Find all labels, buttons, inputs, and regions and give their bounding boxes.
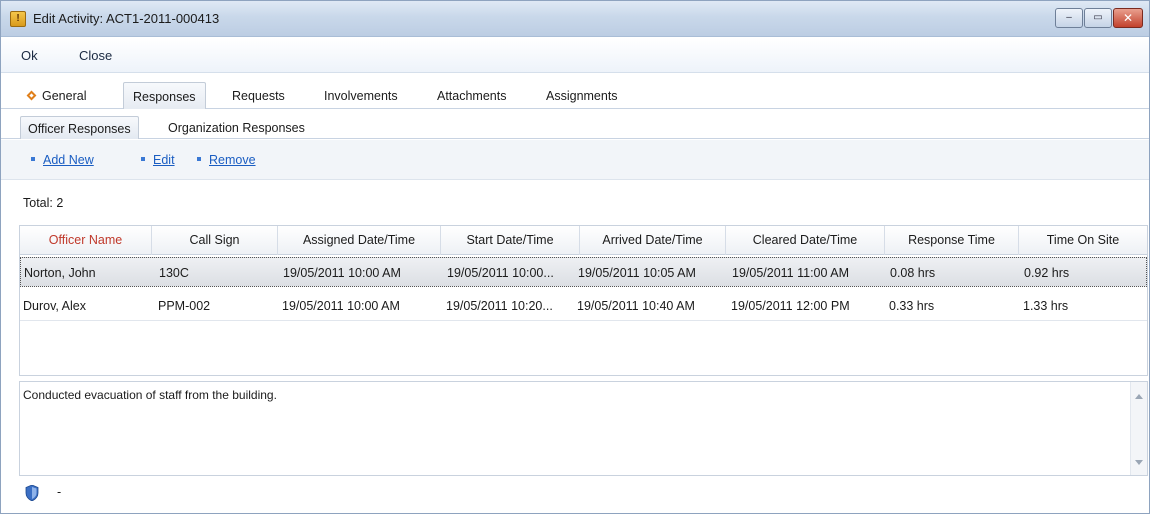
edit-label: Edit <box>153 153 175 167</box>
tab-general[interactable]: General <box>19 82 95 109</box>
shield-icon <box>25 485 39 501</box>
tab-involvements[interactable]: Involvements <box>315 82 407 109</box>
menu-bar: Ok Close <box>1 38 1149 73</box>
cell-cleared: 19/05/2011 12:00 PM <box>731 299 850 313</box>
close-window-button[interactable]: ✕ <box>1113 8 1143 28</box>
tab-officer-responses[interactable]: Officer Responses <box>20 116 139 139</box>
column-header-assigned[interactable]: Assigned Date/Time <box>278 226 441 255</box>
title-bar[interactable]: ! Edit Activity: ACT1-2011-000413 – ▭ ✕ <box>1 1 1149 37</box>
edit-button[interactable]: Edit <box>141 153 175 167</box>
officer-responses-grid[interactable]: Officer Name Call Sign Assigned Date/Tim… <box>19 225 1148 376</box>
maximize-button[interactable]: ▭ <box>1084 8 1112 28</box>
cell-arrived: 19/05/2011 10:40 AM <box>577 299 695 313</box>
bullet-icon <box>197 157 201 161</box>
bullet-icon <box>141 157 145 161</box>
tab-organization-responses[interactable]: Organization Responses <box>161 116 312 139</box>
cell-start: 19/05/2011 10:20... <box>446 299 553 313</box>
add-new-label: Add New <box>43 153 94 167</box>
column-header-start[interactable]: Start Date/Time <box>441 226 580 255</box>
column-header-time-on-site[interactable]: Time On Site <box>1019 226 1147 255</box>
column-header-cleared[interactable]: Cleared Date/Time <box>726 226 885 255</box>
response-notes-textarea[interactable]: Conducted evacuation of staff from the b… <box>19 381 1148 476</box>
cell-time-on-site: 0.92 hrs <box>1024 266 1070 280</box>
cell-time-on-site: 1.33 hrs <box>1023 299 1069 313</box>
cell-call-sign: 130C <box>159 266 189 280</box>
tab-general-label: General <box>42 89 87 103</box>
cell-assigned: 19/05/2011 10:00 AM <box>283 266 401 280</box>
sub-tab-strip: Officer Responses Organization Responses <box>1 114 1149 139</box>
cell-response-time: 0.08 hrs <box>890 266 936 280</box>
table-row[interactable]: Durov, Alex PPM-002 19/05/2011 10:00 AM … <box>20 291 1147 321</box>
ok-menu-item[interactable]: Ok <box>21 48 38 63</box>
cell-arrived: 19/05/2011 10:05 AM <box>578 266 696 280</box>
cell-start: 19/05/2011 10:00... <box>447 266 554 280</box>
cell-assigned: 19/05/2011 10:00 AM <box>282 299 400 313</box>
minimize-button[interactable]: – <box>1055 8 1083 28</box>
tab-requests[interactable]: Requests <box>223 82 294 109</box>
cell-response-time: 0.33 hrs <box>889 299 935 313</box>
cell-officer-name: Norton, John <box>24 266 96 280</box>
edit-activity-window: ! Edit Activity: ACT1-2011-000413 – ▭ ✕ … <box>0 0 1150 514</box>
warning-app-icon: ! <box>10 11 26 27</box>
column-header-response-time[interactable]: Response Time <box>885 226 1019 255</box>
tab-attachments[interactable]: Attachments <box>428 82 515 109</box>
table-row[interactable]: Norton, John 130C 19/05/2011 10:00 AM 19… <box>20 257 1147 287</box>
total-count: Total: 2 <box>23 196 64 210</box>
add-new-button[interactable]: Add New <box>31 153 94 167</box>
tab-assignments[interactable]: Assignments <box>537 82 627 109</box>
scroll-up-arrow-icon[interactable] <box>1135 394 1143 399</box>
remove-label: Remove <box>209 153 256 167</box>
cell-cleared: 19/05/2011 11:00 AM <box>732 266 849 280</box>
cell-officer-name: Durov, Alex <box>23 299 86 313</box>
main-tab-strip: General Responses Requests Involvements … <box>1 79 1149 109</box>
window-title: Edit Activity: ACT1-2011-000413 <box>33 11 220 26</box>
notes-scrollbar[interactable] <box>1130 382 1147 475</box>
bullet-icon <box>31 157 35 161</box>
diamond-icon <box>26 90 37 101</box>
remove-button[interactable]: Remove <box>197 153 256 167</box>
status-bar: - <box>19 479 1148 507</box>
window-controls: – ▭ ✕ <box>1054 8 1143 28</box>
grid-toolbar: Add New Edit Remove <box>1 140 1149 180</box>
column-header-call-sign[interactable]: Call Sign <box>152 226 278 255</box>
grid-header: Officer Name Call Sign Assigned Date/Tim… <box>20 226 1147 255</box>
status-text: - <box>57 485 62 499</box>
cell-call-sign: PPM-002 <box>158 299 211 313</box>
column-header-officer-name[interactable]: Officer Name <box>20 226 152 255</box>
notes-text: Conducted evacuation of staff from the b… <box>23 388 277 402</box>
scroll-down-arrow-icon[interactable] <box>1135 460 1143 465</box>
close-menu-item[interactable]: Close <box>79 48 112 63</box>
column-header-arrived[interactable]: Arrived Date/Time <box>580 226 726 255</box>
tab-responses[interactable]: Responses <box>123 82 206 109</box>
